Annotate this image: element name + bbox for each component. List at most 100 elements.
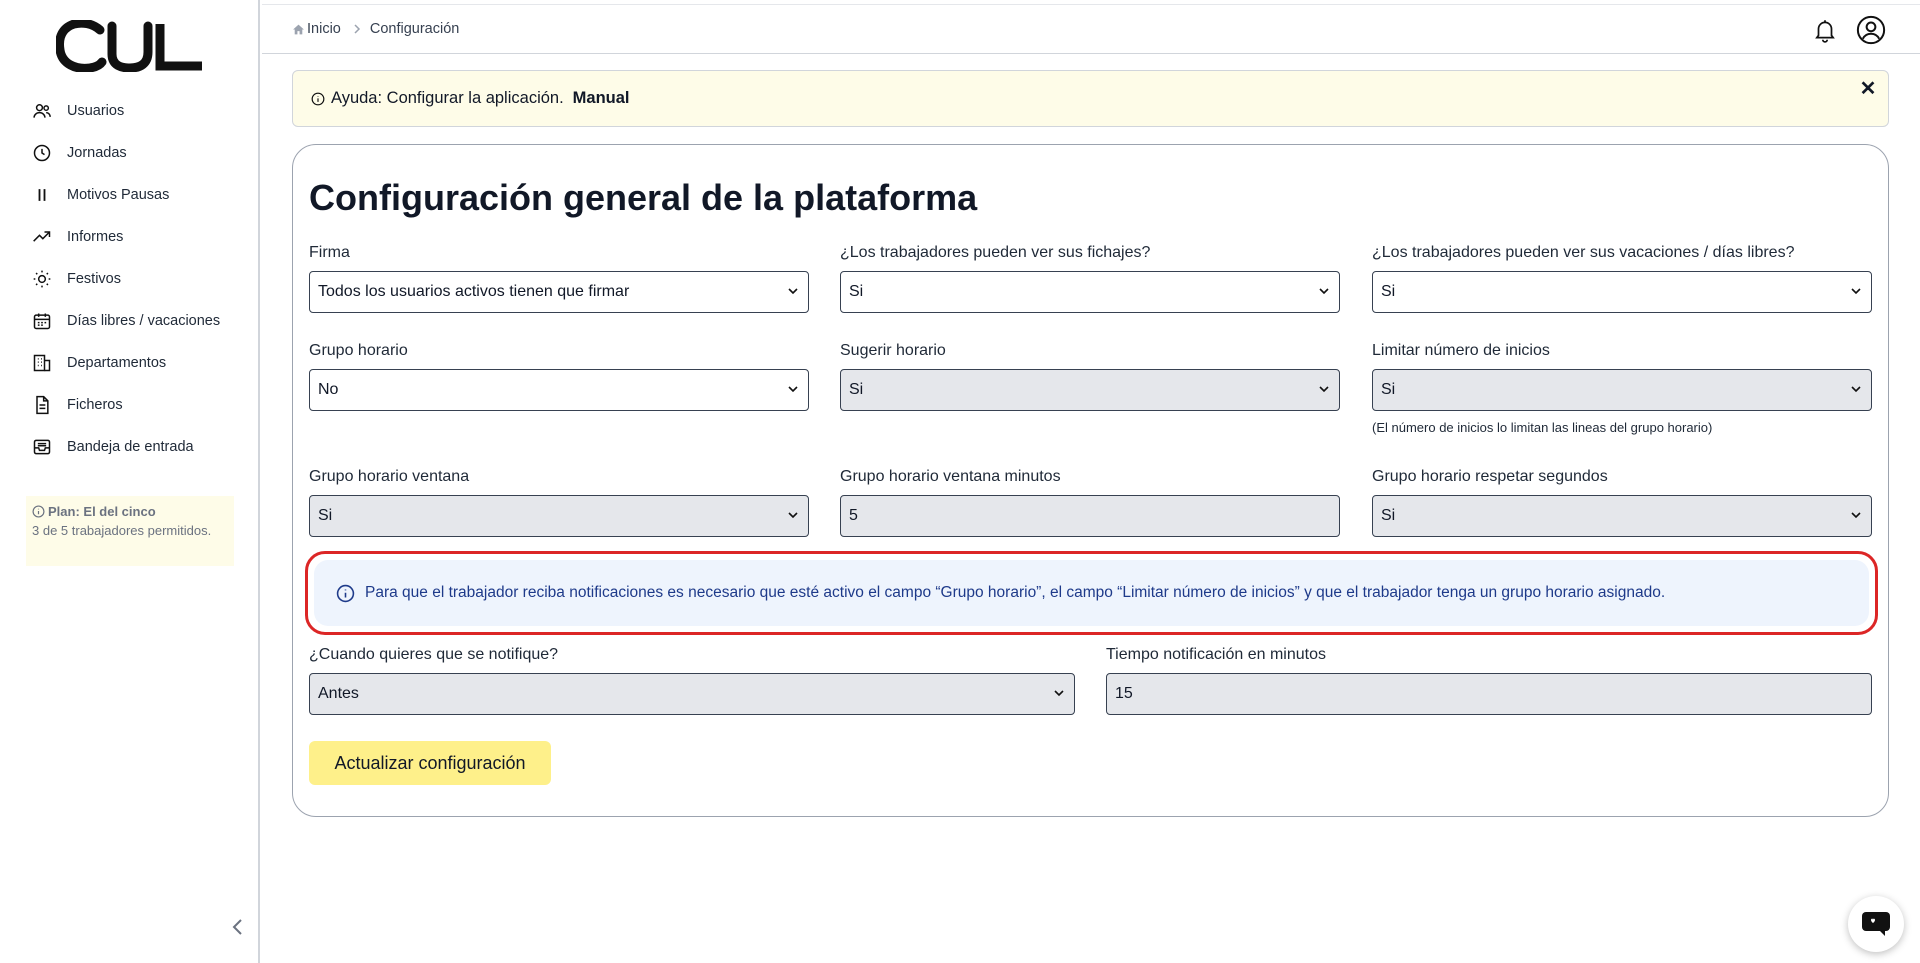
- config-card: Configuración general de la plataforma F…: [292, 144, 1889, 817]
- select-value: No: [318, 381, 339, 398]
- notificar-cuando-select[interactable]: Antes: [309, 673, 1075, 715]
- sidebar-item-usuarios[interactable]: Usuarios: [32, 90, 242, 132]
- bell-icon[interactable]: [1812, 16, 1838, 44]
- limitar-inicios-select[interactable]: Si: [1372, 369, 1872, 411]
- sidebar-item-label: Días libres / vacaciones: [67, 313, 221, 329]
- tiempo-notificacion-input[interactable]: 15: [1106, 673, 1872, 715]
- select-value: Antes: [318, 685, 359, 702]
- chevron-down-icon: [1054, 690, 1064, 697]
- chat-widget-button[interactable]: [1848, 896, 1904, 952]
- inbox-icon: [33, 439, 51, 455]
- ver-fichajes-select[interactable]: Si: [840, 271, 1340, 313]
- pause-icon: [38, 189, 46, 201]
- field-notificar-cuando: ¿Cuando quieres que se notifique? Antes: [309, 646, 1075, 715]
- sidebar-item-label: Ficheros: [67, 397, 123, 413]
- ventana-minutos-input[interactable]: 5: [840, 495, 1340, 537]
- field-firma: Firma Todos los usuarios activos tienen …: [309, 244, 809, 313]
- field-label: Grupo horario respetar segundos: [1372, 468, 1608, 485]
- notification-info-highlight: Para que el trabajador reciba notificaci…: [305, 551, 1878, 635]
- sidebar-item-departamentos[interactable]: Departamentos: [32, 342, 242, 384]
- field-sugerir-horario: Sugerir horario Si: [840, 342, 1340, 411]
- sidebar: Usuarios Jornadas Motivos Pausas Informe…: [0, 0, 260, 963]
- chevron-down-icon: [1851, 386, 1861, 393]
- field-label: Grupo horario ventana: [309, 468, 470, 485]
- plan-title: Plan: El del cinco: [48, 504, 156, 519]
- user-avatar-icon[interactable]: [1856, 15, 1886, 45]
- close-icon[interactable]: ✕: [1858, 79, 1878, 99]
- topbar: Inicio Configuración: [262, 4, 1920, 54]
- field-label: ¿Los trabajadores pueden ver sus vacacio…: [1372, 244, 1795, 261]
- sidebar-nav: Usuarios Jornadas Motivos Pausas Informe…: [32, 90, 242, 468]
- notification-info-text: Para que el trabajador reciba notificaci…: [365, 584, 1666, 601]
- info-icon: [336, 584, 355, 602]
- chevron-down-icon: [788, 512, 798, 519]
- respetar-segundos-select[interactable]: Si: [1372, 495, 1872, 537]
- field-label: ¿Cuando quieres que se notifique?: [309, 646, 559, 663]
- sugerir-horario-select[interactable]: Si: [840, 369, 1340, 411]
- select-value: Si: [1381, 381, 1396, 398]
- app-logo[interactable]: [56, 20, 204, 72]
- update-config-button[interactable]: Actualizar configuración: [309, 741, 551, 785]
- home-icon: [293, 24, 304, 34]
- sidebar-item-label: Festivos: [67, 271, 121, 287]
- field-respetar-segundos: Grupo horario respetar segundos Si: [1372, 468, 1872, 537]
- field-tiempo-notificacion: Tiempo notificación en minutos 15: [1106, 646, 1872, 715]
- trending-up-icon: [33, 231, 51, 242]
- chevron-down-icon: [1851, 512, 1861, 519]
- select-value: Todos los usuarios activos tienen que fi…: [318, 283, 630, 300]
- chat-icon: [1862, 912, 1890, 936]
- select-value: Si: [1381, 283, 1396, 300]
- sidebar-item-motivos-pausas[interactable]: Motivos Pausas: [32, 174, 242, 216]
- clock-icon: [33, 144, 51, 162]
- plan-box: Plan: El del cinco 3 de 5 trabajadores p…: [26, 496, 234, 566]
- sidebar-item-bandeja[interactable]: Bandeja de entrada: [32, 426, 242, 468]
- field-label: ¿Los trabajadores pueden ver sus fichaje…: [840, 244, 1151, 261]
- field-grupo-horario: Grupo horario No: [309, 342, 809, 411]
- breadcrumb-home[interactable]: Inicio: [307, 21, 341, 37]
- chevron-down-icon: [1319, 288, 1329, 295]
- ver-vacaciones-select[interactable]: Si: [1372, 271, 1872, 313]
- collapse-sidebar-button[interactable]: [228, 914, 248, 940]
- input-value: 15: [1115, 685, 1133, 702]
- field-label: Grupo horario: [309, 342, 408, 359]
- field-ventana-minutos: Grupo horario ventana minutos 5: [840, 468, 1340, 537]
- breadcrumb: Inicio Configuración: [292, 21, 461, 37]
- sidebar-item-informes[interactable]: Informes: [32, 216, 242, 258]
- select-value: Si: [849, 381, 864, 398]
- field-label: Limitar número de inicios: [1372, 342, 1550, 359]
- help-banner: Ayuda: Configurar la aplicación. Manual …: [292, 70, 1889, 127]
- file-icon: [36, 395, 49, 415]
- building-icon: [33, 354, 51, 372]
- sidebar-item-jornadas[interactable]: Jornadas: [32, 132, 242, 174]
- field-label: Sugerir horario: [840, 342, 946, 359]
- users-icon: [33, 104, 51, 118]
- ventana-select[interactable]: Si: [309, 495, 809, 537]
- chevron-down-icon: [788, 288, 798, 295]
- manual-link[interactable]: Manual: [573, 89, 630, 108]
- firma-select[interactable]: Todos los usuarios activos tienen que fi…: [309, 271, 809, 313]
- grupo-horario-select[interactable]: No: [309, 369, 809, 411]
- field-label: Tiempo notificación en minutos: [1106, 646, 1326, 663]
- field-ventana: Grupo horario ventana Si: [309, 468, 809, 537]
- breadcrumb-current: Configuración: [369, 21, 460, 37]
- chevron-down-icon: [1851, 288, 1861, 295]
- sidebar-item-label: Departamentos: [67, 355, 167, 371]
- plan-detail: 3 de 5 trabajadores permitidos.: [32, 523, 212, 538]
- calendar-icon: [33, 313, 51, 330]
- page-title: Configuración general de la plataforma: [309, 177, 978, 218]
- sidebar-item-dias-libres[interactable]: Días libres / vacaciones: [32, 300, 242, 342]
- chevron-down-icon: [1319, 386, 1329, 393]
- info-icon: [32, 505, 45, 518]
- sidebar-item-label: Jornadas: [67, 145, 127, 161]
- sidebar-item-ficheros[interactable]: Ficheros: [32, 384, 242, 426]
- sidebar-item-label: Bandeja de entrada: [67, 439, 194, 455]
- field-ver-fichajes: ¿Los trabajadores pueden ver sus fichaje…: [840, 244, 1340, 313]
- chevron-left-icon: [232, 919, 242, 935]
- sidebar-item-label: Informes: [67, 229, 124, 245]
- sidebar-item-festivos[interactable]: Festivos: [32, 258, 242, 300]
- chevron-down-icon: [788, 386, 798, 393]
- select-value: Si: [1381, 507, 1396, 524]
- notification-info-box: Para que el trabajador reciba notificaci…: [314, 560, 1869, 626]
- info-icon: [311, 92, 325, 105]
- limitar-inicios-hint: (El número de inicios lo limitan las lin…: [1372, 420, 1713, 435]
